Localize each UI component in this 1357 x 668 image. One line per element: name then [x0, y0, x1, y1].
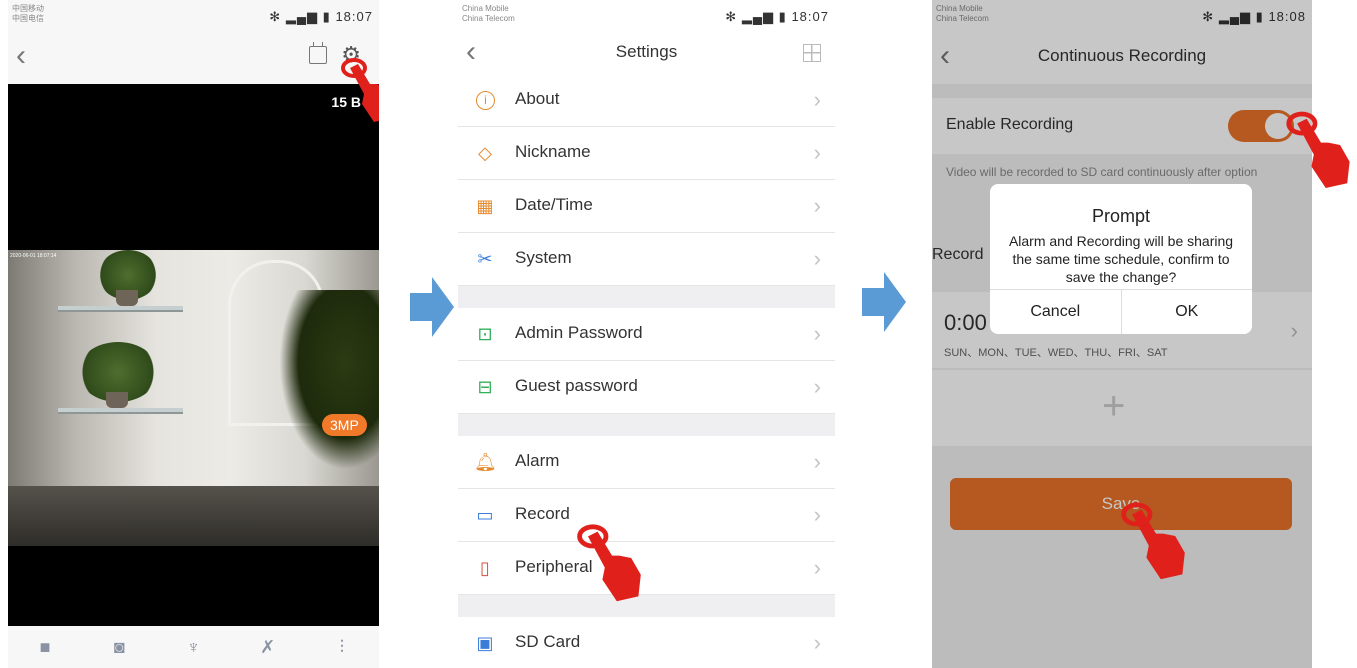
item-label: System: [515, 248, 572, 267]
calendar-icon: ▦: [476, 196, 494, 216]
item-label: Guest password: [515, 376, 638, 395]
settings-item-guest-password[interactable]: ⊟ Guest password ›: [458, 361, 835, 414]
hand-pointer-icon: [341, 58, 379, 122]
status-bar: China Mobile China Telecom ✻ ▂▄▆ ▮ 18:07: [458, 0, 835, 32]
flow-arrow-icon: [862, 272, 906, 332]
live-view-screen: 中国移动 中国电信 ✻ ▂▄▆ ▮ 18:07 ‹ ⚙ 15 B 2020-06…: [8, 0, 379, 668]
top-bar: ‹ ⚙: [8, 32, 379, 84]
item-label: SD Card: [515, 632, 581, 651]
top-bar: ‹ Settings: [458, 32, 835, 74]
item-label: Nickname: [515, 142, 591, 161]
bluetooth-icon: ✻: [269, 9, 282, 24]
settings-item-nickname[interactable]: ◇ Nickname ›: [458, 127, 835, 180]
chevron-right-icon: ›: [813, 246, 821, 271]
item-label: About: [515, 89, 560, 108]
item-label: Date/Time: [515, 195, 593, 214]
playback-calendar-icon[interactable]: [309, 42, 327, 64]
clock: 18:07: [791, 9, 829, 24]
item-label: Alarm: [515, 451, 560, 470]
dialog-buttons: Cancel OK: [990, 289, 1252, 334]
equalizer-icon[interactable]: ⫶: [327, 637, 357, 658]
camera-icon[interactable]: ◙: [104, 637, 134, 658]
tag-icon: ◇: [478, 143, 492, 163]
camera-image: 2020-06-01 18:07:14: [8, 250, 379, 546]
hand-pointer-icon: [1286, 111, 1350, 188]
floor: [8, 486, 379, 546]
hand-pointer-icon: [1121, 502, 1185, 580]
section-gap: [458, 414, 835, 436]
settings-screen: China Mobile China Telecom ✻ ▂▄▆ ▮ 18:07…: [458, 0, 835, 668]
carrier-info: 中国移动 中国电信: [12, 4, 44, 24]
cancel-button[interactable]: Cancel: [990, 290, 1121, 334]
microphone-icon[interactable]: ♆: [178, 637, 208, 658]
clock: 18:07: [335, 9, 373, 24]
settings-item-datetime[interactable]: ▦ Date/Time ›: [458, 180, 835, 233]
mute-icon[interactable]: ✗: [253, 637, 283, 658]
bell-icon: 🔔︎: [474, 452, 497, 472]
shelf-2: [58, 408, 183, 414]
dialog-message: Alarm and Recording will be sharing the …: [1008, 233, 1234, 285]
video-icon: ▭: [476, 505, 494, 525]
chevron-right-icon: ›: [813, 630, 821, 655]
chevron-right-icon: ›: [813, 449, 821, 474]
resolution-badge[interactable]: 3MP: [322, 414, 367, 436]
osd-timestamp: 2020-06-01 18:07:14: [10, 253, 57, 259]
status-bar: 中国移动 中国电信 ✻ ▂▄▆ ▮ 18:07: [8, 0, 379, 32]
video-feed[interactable]: 15 B 2020-06-01 18:07:14 3MP: [8, 84, 379, 626]
chevron-right-icon: ›: [813, 555, 821, 580]
shelf-1: [58, 306, 183, 312]
chevron-right-icon: ›: [813, 193, 821, 218]
carrier-2: 中国电信: [12, 14, 44, 23]
chevron-right-icon: ›: [813, 374, 821, 399]
pot-middle: [106, 392, 128, 408]
record-video-icon[interactable]: ■: [30, 637, 60, 658]
back-icon[interactable]: ‹: [16, 41, 26, 71]
pot-top: [116, 290, 138, 306]
settings-item-about[interactable]: i About ›: [458, 74, 835, 127]
item-label: Admin Password: [515, 323, 643, 342]
item-label: Record: [515, 504, 570, 523]
dialog-title: Prompt: [1091, 206, 1151, 226]
settings-item-system[interactable]: ✂ System ›: [458, 233, 835, 286]
section-gap: [458, 286, 835, 308]
carrier-2: China Telecom: [462, 14, 515, 23]
chevron-right-icon: ›: [813, 87, 821, 112]
info-icon: i: [476, 91, 495, 110]
ok-button[interactable]: OK: [1120, 290, 1253, 334]
carrier-1: China Mobile: [462, 4, 509, 13]
signal-icon: ▂▄▆: [285, 9, 319, 24]
lock-icon: ⊡: [477, 324, 493, 344]
carrier-1: 中国移动: [12, 4, 44, 13]
settings-item-alarm[interactable]: 🔔︎ Alarm ›: [458, 436, 835, 489]
chevron-right-icon: ›: [813, 321, 821, 346]
prompt-dialog: Prompt Alarm and Recording will be shari…: [990, 184, 1252, 334]
bluetooth-icon: ✻: [725, 9, 738, 24]
page-title: Settings: [615, 42, 678, 61]
status-icons: ✻ ▂▄▆ ▮ 18:07: [269, 9, 373, 25]
palm-plant: [279, 290, 379, 470]
battery-icon: ▮: [322, 9, 331, 24]
flow-arrow-icon: [410, 277, 454, 337]
hand-pointer-icon: [577, 524, 641, 602]
chevron-right-icon: ›: [813, 502, 821, 527]
device-icon: ▯: [480, 558, 490, 578]
grid-icon[interactable]: [803, 44, 821, 62]
sd-card-icon: ▣: [476, 633, 494, 653]
battery-icon: ▮: [778, 9, 787, 24]
settings-item-admin-password[interactable]: ⊡ Admin Password ›: [458, 308, 835, 361]
bottom-toolbar: ■ ◙ ♆ ✗ ⫶: [8, 626, 379, 668]
settings-item-sd-card[interactable]: ▣ SD Card ›: [458, 617, 835, 668]
chevron-right-icon: ›: [813, 140, 821, 165]
lock-icon: ⊟: [477, 377, 493, 397]
carrier-info: China Mobile China Telecom: [462, 4, 515, 24]
tools-icon: ✂: [477, 249, 493, 269]
signal-icon: ▂▄▆: [741, 9, 775, 24]
status-icons: ✻ ▂▄▆ ▮ 18:07: [725, 9, 829, 25]
